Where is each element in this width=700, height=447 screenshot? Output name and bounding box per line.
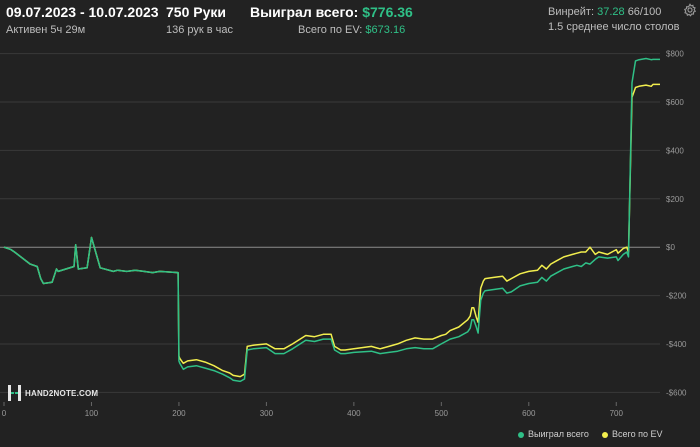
won-total: Выиграл всего: $776.36	[250, 4, 413, 20]
y-tick-label: $400	[666, 146, 684, 155]
won-dot-icon	[518, 431, 524, 438]
axis-labels: $800 $600 $400 $200 $0 -$200 -$400 -$600 0 100 200…	[2, 50, 687, 418]
x-tick-label: 700	[610, 409, 624, 418]
y-tick-label: -$600	[666, 388, 687, 397]
ev-total-line	[3, 83, 660, 378]
winrate: Винрейт: 37.28 66/100	[548, 6, 661, 18]
x-tick-label: 600	[522, 409, 536, 418]
ev-total-value: $673.16	[365, 24, 406, 36]
ev-dot-icon	[602, 431, 608, 438]
gear-icon[interactable]	[683, 3, 697, 17]
x-tick-label: 400	[347, 409, 361, 418]
won-total-label: Выиграл всего:	[250, 4, 359, 20]
x-tick-label: 500	[435, 409, 449, 418]
logo-text: HAND2NOTE.COM	[25, 388, 99, 398]
legend-item-ev[interactable]: Всего по EV	[602, 429, 662, 439]
stats-header: 09.07.2023 - 10.07.2023 Активен 5ч 29м 7…	[0, 0, 700, 44]
legend-ev-label: Всего по EV	[612, 429, 663, 439]
series-lines	[3, 57, 660, 383]
won-total-line	[3, 57, 660, 383]
legend-won-label: Выиграл всего	[528, 429, 589, 439]
y-tick-label: $200	[666, 195, 684, 204]
hands-per-hour: 136 рук в час	[166, 24, 234, 36]
y-tick-label: $600	[666, 98, 684, 107]
avg-tables: 1.5 среднее число столов	[548, 21, 680, 33]
winrate-value: 37.28	[597, 6, 625, 18]
y-tick-label: $0	[666, 243, 675, 252]
date-range: 09.07.2023 - 10.07.2023	[6, 4, 159, 20]
y-tick-label: -$400	[666, 340, 687, 349]
logo: HAND2NOTE.COM	[8, 384, 98, 402]
hands-count: 750 Руки	[166, 4, 226, 20]
legend-item-won[interactable]: Выиграл всего	[518, 429, 589, 439]
x-tick-label: 100	[85, 409, 99, 418]
x-tick-label: 0	[2, 409, 7, 418]
y-tick-label: -$200	[666, 292, 687, 301]
profit-chart: $800 $600 $400 $200 $0 -$200 -$400 -$600 0 100 200…	[0, 50, 687, 418]
ev-total-label: Всего по EV:	[298, 24, 363, 36]
x-tick-label: 300	[260, 409, 274, 418]
grid-lines	[0, 53, 660, 406]
winrate-label: Винрейт:	[548, 6, 595, 18]
y-tick-label: $800	[666, 50, 684, 59]
x-tick-label: 200	[172, 409, 186, 418]
active-time: Активен 5ч 29м	[6, 24, 86, 36]
ev-total: Всего по EV: $673.16	[298, 24, 405, 36]
winrate-suffix: 66/100	[627, 6, 662, 18]
won-total-value: $776.36	[362, 4, 413, 20]
logo-icon	[8, 385, 21, 401]
